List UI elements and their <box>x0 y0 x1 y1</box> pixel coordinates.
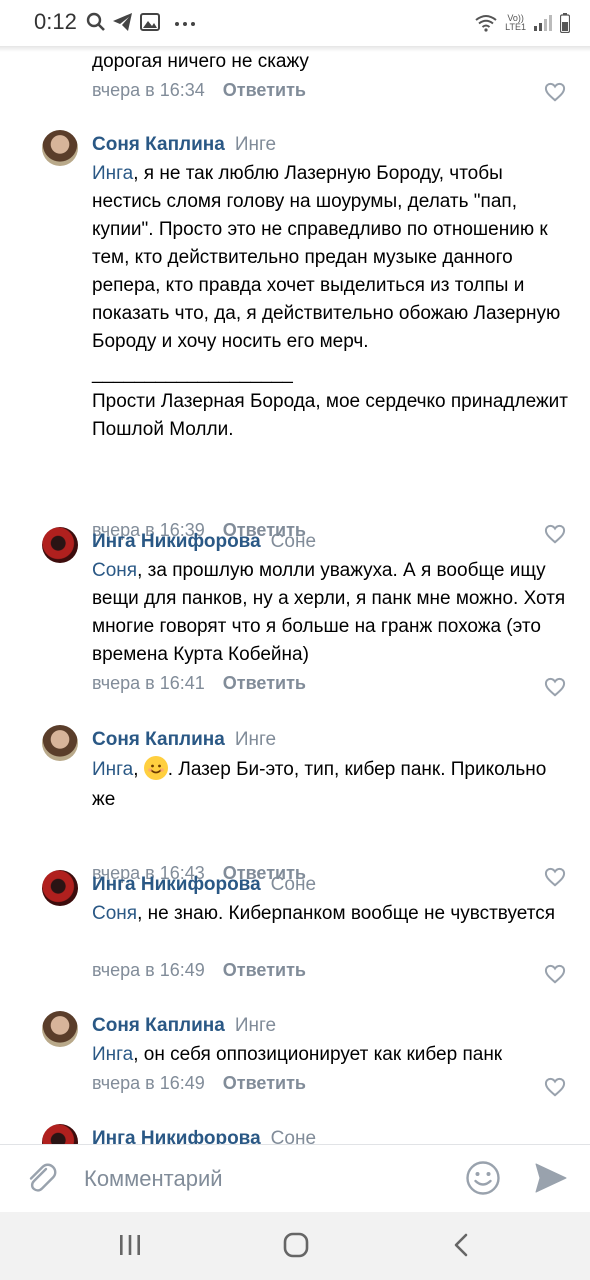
like-icon[interactable] <box>544 964 566 984</box>
lte-label: LTE1 <box>505 22 526 32</box>
author-name[interactable]: Инга Никифорова <box>92 531 261 552</box>
comment-body: , он себя оппозиционирует как кибер панк <box>133 1044 503 1065</box>
gallery-icon <box>140 13 160 31</box>
like-icon[interactable] <box>544 677 566 697</box>
comment-body: , не знаю. Киберпанком вообще не чувству… <box>137 903 555 924</box>
reply-button[interactable]: Ответить <box>223 80 306 100</box>
reply-button[interactable]: Ответить <box>223 673 306 693</box>
reply-to-label: Инге <box>234 729 277 750</box>
comment-meta: вчера в 16:41 Ответить <box>92 673 306 694</box>
telegram-icon <box>113 13 132 31</box>
status-right: Vo)) LTE1 <box>475 10 570 36</box>
like-icon[interactable] <box>544 1077 566 1097</box>
avatar[interactable] <box>42 527 78 563</box>
comment-meta: вчера в 16:49 Ответить <box>92 960 306 981</box>
avatar[interactable] <box>42 1124 78 1144</box>
comment-author[interactable]: Соня Каплина Инге <box>92 729 276 751</box>
comment-body: , за прошлую молли уважуха. А я вообще и… <box>92 560 566 665</box>
comment-author[interactable]: Инга Никифорова Соне <box>92 874 316 896</box>
home-icon[interactable] <box>282 1232 310 1258</box>
comment-body-prefix: , <box>133 759 139 780</box>
comment-text: Инга, я не так люблю Лазерную Бороду, чт… <box>92 160 572 444</box>
author-name[interactable]: Инга Никифорова <box>92 1128 261 1144</box>
status-time: 0:12 <box>34 9 77 34</box>
comment-time: вчера в 16:49 <box>92 1073 205 1093</box>
search-icon <box>86 12 105 31</box>
comment-text: Соня, не знаю. Киберпанком вообще не чув… <box>92 900 572 928</box>
comment-text: Инга, он себя оппозиционирует как кибер … <box>92 1041 582 1069</box>
avatar[interactable] <box>42 870 78 906</box>
avatar[interactable] <box>42 1011 78 1047</box>
comment-meta: вчера в 16:49 Ответить <box>92 1073 306 1094</box>
comment-text: дорогая ничего не скажу <box>92 51 309 72</box>
like-icon[interactable] <box>544 867 566 887</box>
author-name[interactable]: Соня Каплина <box>92 134 225 155</box>
send-icon[interactable] <box>534 1162 568 1194</box>
mention-link[interactable]: Инга <box>92 1044 133 1065</box>
comment-author[interactable]: Инга Никифорова Соне <box>92 1128 316 1144</box>
reply-to-label: Соне <box>270 531 317 552</box>
emoji-icon[interactable] <box>465 1160 501 1196</box>
comments-feed[interactable]: дорогая ничего не скажу вчера в 16:34 Отв… <box>0 46 590 1144</box>
separator-line: ___________________ <box>92 363 293 384</box>
author-name[interactable]: Инга Никифорова <box>92 874 261 895</box>
recent-apps-icon[interactable] <box>116 1232 144 1258</box>
reply-to-label: Соне <box>270 1128 317 1144</box>
like-icon[interactable] <box>544 524 566 544</box>
reply-to-label: Инге <box>234 1015 277 1036</box>
comment-time: вчера в 16:49 <box>92 960 205 980</box>
comment-input[interactable] <box>82 1163 446 1195</box>
comment-body-2: Прости Лазерная Борода, мое сердечко при… <box>92 391 568 440</box>
reply-to-label: Соне <box>270 874 317 895</box>
more-notifications-icon <box>175 22 195 26</box>
comment-body: , я не так люблю Лазерную Бороду, чтобы … <box>92 163 561 352</box>
avatar[interactable] <box>42 725 78 761</box>
attach-icon[interactable] <box>24 1161 58 1195</box>
mention-link[interactable]: Соня <box>92 903 137 924</box>
mention-link[interactable]: Инга <box>92 163 133 184</box>
like-icon[interactable] <box>544 82 566 102</box>
comment-meta: вчера в 16:34 Ответить <box>92 80 306 101</box>
author-name[interactable]: Соня Каплина <box>92 729 225 750</box>
comment-time: вчера в 16:41 <box>92 673 205 693</box>
comment-time: вчера в 16:34 <box>92 80 205 100</box>
network-label: Vo)) LTE1 <box>505 14 526 32</box>
reply-button[interactable]: Ответить <box>223 1073 306 1093</box>
comment-author[interactable]: Соня Каплина Инге <box>92 134 276 156</box>
comment-author[interactable]: Инга Никифорова Соне <box>92 531 316 553</box>
comment-text: Соня, за прошлую молли уважуха. А я вооб… <box>92 557 572 669</box>
comment-text: Инга, . Лазер Би-это, тип, кибер панк. П… <box>92 755 572 815</box>
comment-composer <box>0 1144 590 1213</box>
reply-button[interactable]: Ответить <box>223 960 306 980</box>
status-bar: 0:12 Vo)) LTE1 <box>0 0 590 52</box>
signal-icon <box>534 15 552 31</box>
system-navigation-bar <box>0 1212 590 1280</box>
battery-icon <box>560 13 570 33</box>
mention-link[interactable]: Соня <box>92 560 137 581</box>
back-icon[interactable] <box>450 1232 474 1258</box>
comment-author[interactable]: Соня Каплина Инге <box>92 1015 276 1037</box>
avatar[interactable] <box>42 130 78 166</box>
smile-emoji-icon <box>143 756 168 780</box>
mention-link[interactable]: Инга <box>92 759 133 780</box>
reply-to-label: Инге <box>234 134 277 155</box>
author-name[interactable]: Соня Каплина <box>92 1015 225 1036</box>
wifi-icon <box>475 15 497 32</box>
